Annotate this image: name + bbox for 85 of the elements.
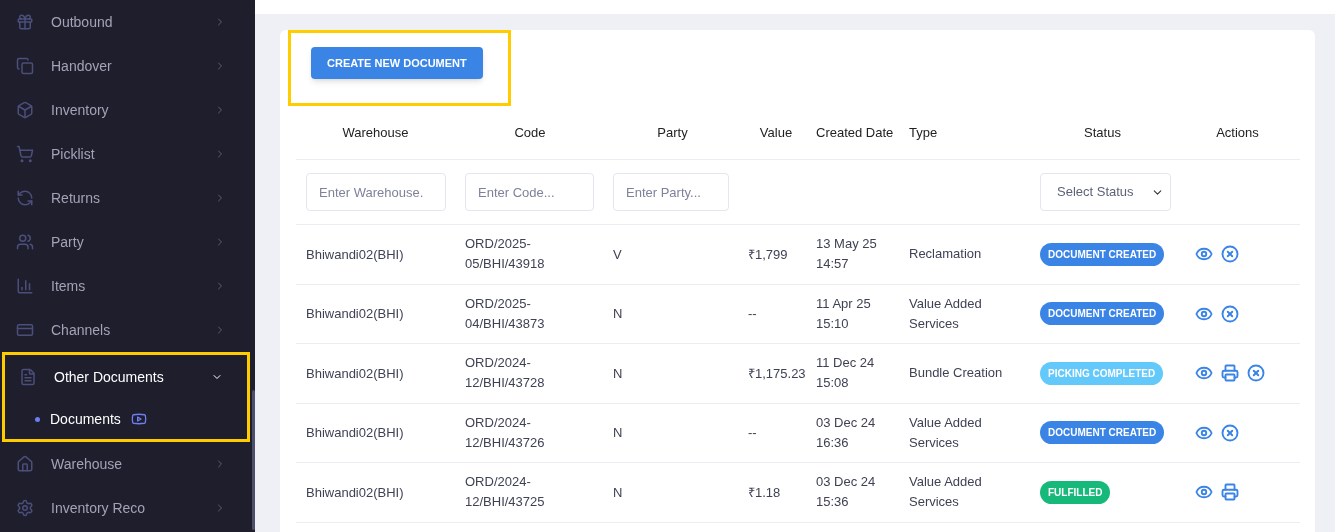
table-cell: Bhiwandi02(BHI)	[306, 306, 404, 321]
table-cell: Value Added Services	[909, 414, 982, 450]
close-icon[interactable]	[1221, 423, 1239, 442]
table-cell: ₹1,799	[748, 246, 788, 262]
printer-icon[interactable]	[1221, 364, 1239, 383]
bullet-icon	[35, 416, 40, 422]
chart-icon	[16, 277, 34, 295]
date-text: 03 Dec 24	[816, 413, 877, 432]
table-cell: Bundle Creation	[909, 365, 1003, 381]
date-text: 11 Apr 25	[816, 294, 872, 313]
time-text: 14:57	[816, 255, 850, 274]
column-header: Code	[514, 124, 546, 140]
close-icon[interactable]	[1221, 304, 1239, 323]
date-text: 11 Dec 24	[816, 354, 876, 373]
status-badge: DOCUMENT CREATED	[1040, 421, 1165, 445]
table-cell: N	[613, 484, 623, 500]
column-header: Warehouse	[342, 124, 409, 140]
sidebar-subitem[interactable]: Documents	[5, 399, 247, 439]
document-icon	[19, 368, 37, 386]
table-cell: N	[613, 365, 623, 381]
close-icon[interactable]	[1221, 245, 1239, 264]
table-cell: Bhiwandi02(BHI)	[306, 246, 404, 262]
table-cell: Bhiwandi02(BHI)	[306, 425, 404, 440]
video-icon[interactable]	[130, 411, 147, 427]
gift-icon	[16, 13, 34, 31]
column-header: Created Date	[816, 124, 894, 140]
time-text: 15:10	[816, 314, 850, 333]
column-header: Type	[909, 124, 938, 140]
table-cell: ORD/2024-12/BHI/43725	[465, 474, 545, 510]
date-text: 03 Dec 24	[816, 473, 877, 492]
close-icon[interactable]	[1247, 364, 1265, 383]
card-icon	[16, 321, 34, 339]
table-cell: N	[613, 306, 623, 321]
time-text: 15:08	[816, 374, 850, 393]
table-cell: ₹1.18	[748, 484, 781, 500]
code-filter-field[interactable]: Enter Code...	[465, 173, 594, 211]
table-cell: V	[613, 246, 622, 262]
printer-icon[interactable]	[1221, 483, 1239, 502]
scrollbar[interactable]	[252, 390, 255, 530]
table-cell: ₹1,175.23	[748, 365, 806, 381]
party-filter-field[interactable]: Enter Party...	[613, 173, 729, 211]
sidebar-item[interactable]: Inventory Reco	[2, 486, 250, 530]
sidebar-item[interactable]: Other Documents	[5, 355, 247, 399]
column-header: Value	[759, 124, 793, 140]
table-cell: ORD/2025-04/BHI/43873	[465, 295, 545, 331]
table-cell: --	[748, 306, 757, 321]
sidebar-item[interactable]: Handover	[2, 44, 250, 88]
sidebar-item[interactable]: Returns	[2, 176, 250, 220]
table-cell: --	[748, 425, 757, 440]
users-icon	[16, 233, 34, 251]
column-header: Party	[657, 124, 688, 140]
create-document-button[interactable]: CREATE NEW DOCUMENT	[311, 47, 483, 79]
status-badge: PICKING COMPLETED	[1040, 361, 1164, 385]
table-cell: ORD/2024-12/BHI/43728	[465, 355, 545, 391]
sidebar-item[interactable]: Picklist	[2, 132, 250, 176]
table-cell: ORD/2025-05/BHI/43918	[465, 236, 545, 272]
column-header: Status	[1084, 124, 1121, 140]
table-cell: ORD/2024-12/BHI/43726	[465, 414, 545, 450]
warehouse-filter-field[interactable]: Enter Warehouse.	[306, 173, 446, 211]
status-badge: FULFILLED	[1040, 480, 1111, 504]
home-icon	[16, 455, 34, 473]
sidebar-item[interactable]: Warehouse	[2, 442, 250, 486]
table-cell: Reclamation	[909, 246, 982, 262]
sidebar-item[interactable]: Channels	[2, 308, 250, 352]
date-text: 13 May 25	[816, 235, 878, 254]
box-icon	[16, 101, 34, 119]
status-badge: DOCUMENT CREATED	[1040, 242, 1165, 266]
sidebar-item[interactable]: Inventory	[2, 88, 250, 132]
table-cell: Bhiwandi02(BHI)	[306, 484, 404, 500]
sidebar-item[interactable]: Party	[2, 220, 250, 264]
column-header: Actions	[1216, 124, 1259, 140]
table-cell: N	[613, 425, 623, 440]
cycle-icon	[16, 189, 34, 207]
table-cell: Value Added Services	[909, 474, 982, 510]
gear-icon	[16, 499, 34, 517]
copy-icon	[16, 57, 34, 75]
time-text: 15:36	[816, 493, 850, 512]
status-badge: DOCUMENT CREATED	[1040, 302, 1165, 326]
sidebar-item[interactable]: Items	[2, 264, 250, 308]
cart-icon	[16, 145, 34, 163]
sidebar-item[interactable]: Outbound	[2, 0, 250, 44]
table-cell: Value Added Services	[909, 295, 982, 331]
status-select[interactable]: Select Status	[1040, 173, 1171, 211]
time-text: 16:36	[816, 433, 850, 452]
table-cell: Bhiwandi02(BHI)	[306, 365, 404, 381]
